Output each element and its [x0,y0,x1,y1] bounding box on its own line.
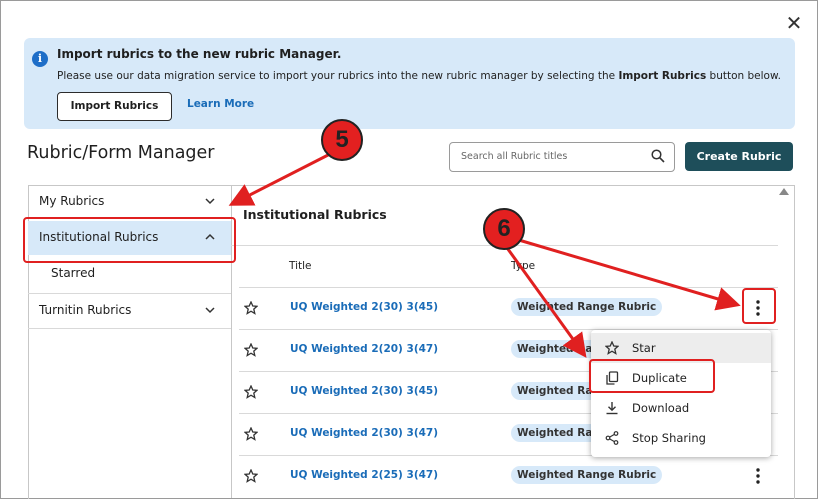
banner-description: Please use our data migration service to… [57,70,781,82]
rubric-title-link[interactable]: UQ Weighted 2(30) 3(47) [290,427,438,439]
table-row: UQ Weighted 2(30) 3(45) Weighted Range R… [239,287,778,330]
star-icon[interactable] [244,469,258,483]
rubric-title-link[interactable]: UQ Weighted 2(30) 3(45) [290,385,438,397]
star-icon [605,341,619,355]
sidebar: My Rubrics Institutional Rubrics Starred… [28,185,232,498]
sidebar-item-institutional-rubrics[interactable]: Institutional Rubrics [28,221,231,255]
sidebar-item-my-rubrics[interactable]: My Rubrics [28,185,231,219]
scroll-up-arrow[interactable] [779,188,789,195]
callout-6: 6 [483,208,525,250]
search-icon[interactable] [651,149,665,163]
import-rubrics-button[interactable]: Import Rubrics [57,92,172,121]
callout-5: 5 [321,119,363,161]
rubric-title-link[interactable]: UQ Weighted 2(30) 3(45) [290,301,438,313]
menu-item-star[interactable]: Star [591,333,771,363]
sidebar-item-starred[interactable]: Starred [28,257,231,291]
search-input[interactable]: Search all Rubric titles [449,142,675,172]
share-icon [605,431,619,445]
table-row: UQ Weighted 2(25) 3(47) Weighted Range R… [239,455,778,498]
copy-icon [606,371,619,385]
sidebar-item-turnitin-rubrics[interactable]: Turnitin Rubrics [28,293,231,328]
chevron-down-icon [205,198,215,205]
page-title: Rubric/Form Manager [27,143,215,163]
create-rubric-button[interactable]: Create Rubric [685,142,793,171]
menu-item-download[interactable]: Download [591,393,771,423]
row-context-menu: Star Duplicate Download Stop Sharing [591,330,771,457]
download-icon [606,402,618,415]
learn-more-link[interactable]: Learn More [187,98,254,110]
banner-title: Import rubrics to the new rubric Manager… [57,47,342,61]
star-icon[interactable] [244,427,258,441]
close-icon[interactable]: ✕ [784,13,804,33]
chevron-down-icon [205,307,215,314]
column-header-type[interactable]: Type [511,260,535,272]
menu-item-stop-sharing[interactable]: Stop Sharing [591,423,771,453]
section-title: Institutional Rubrics [243,207,387,222]
rubric-title-link[interactable]: UQ Weighted 2(25) 3(47) [290,469,438,481]
import-banner: i Import rubrics to the new rubric Manag… [24,38,795,129]
star-icon[interactable] [244,301,258,315]
star-icon[interactable] [244,343,258,357]
rubric-type-badge: Weighted Range Rubric [511,466,663,484]
rubric-title-link[interactable]: UQ Weighted 2(20) 3(47) [290,343,438,355]
menu-item-duplicate[interactable]: Duplicate [591,363,771,393]
info-icon: i [32,51,48,67]
star-icon[interactable] [244,385,258,399]
sidebar-divider [28,328,231,329]
rubric-type-badge: Weighted Range Rubric [511,298,663,316]
column-header-title[interactable]: Title [289,260,312,272]
more-options-icon[interactable] [751,297,765,319]
search-placeholder: Search all Rubric titles [461,151,568,162]
chevron-up-icon [205,233,215,240]
more-options-icon[interactable] [751,465,765,487]
